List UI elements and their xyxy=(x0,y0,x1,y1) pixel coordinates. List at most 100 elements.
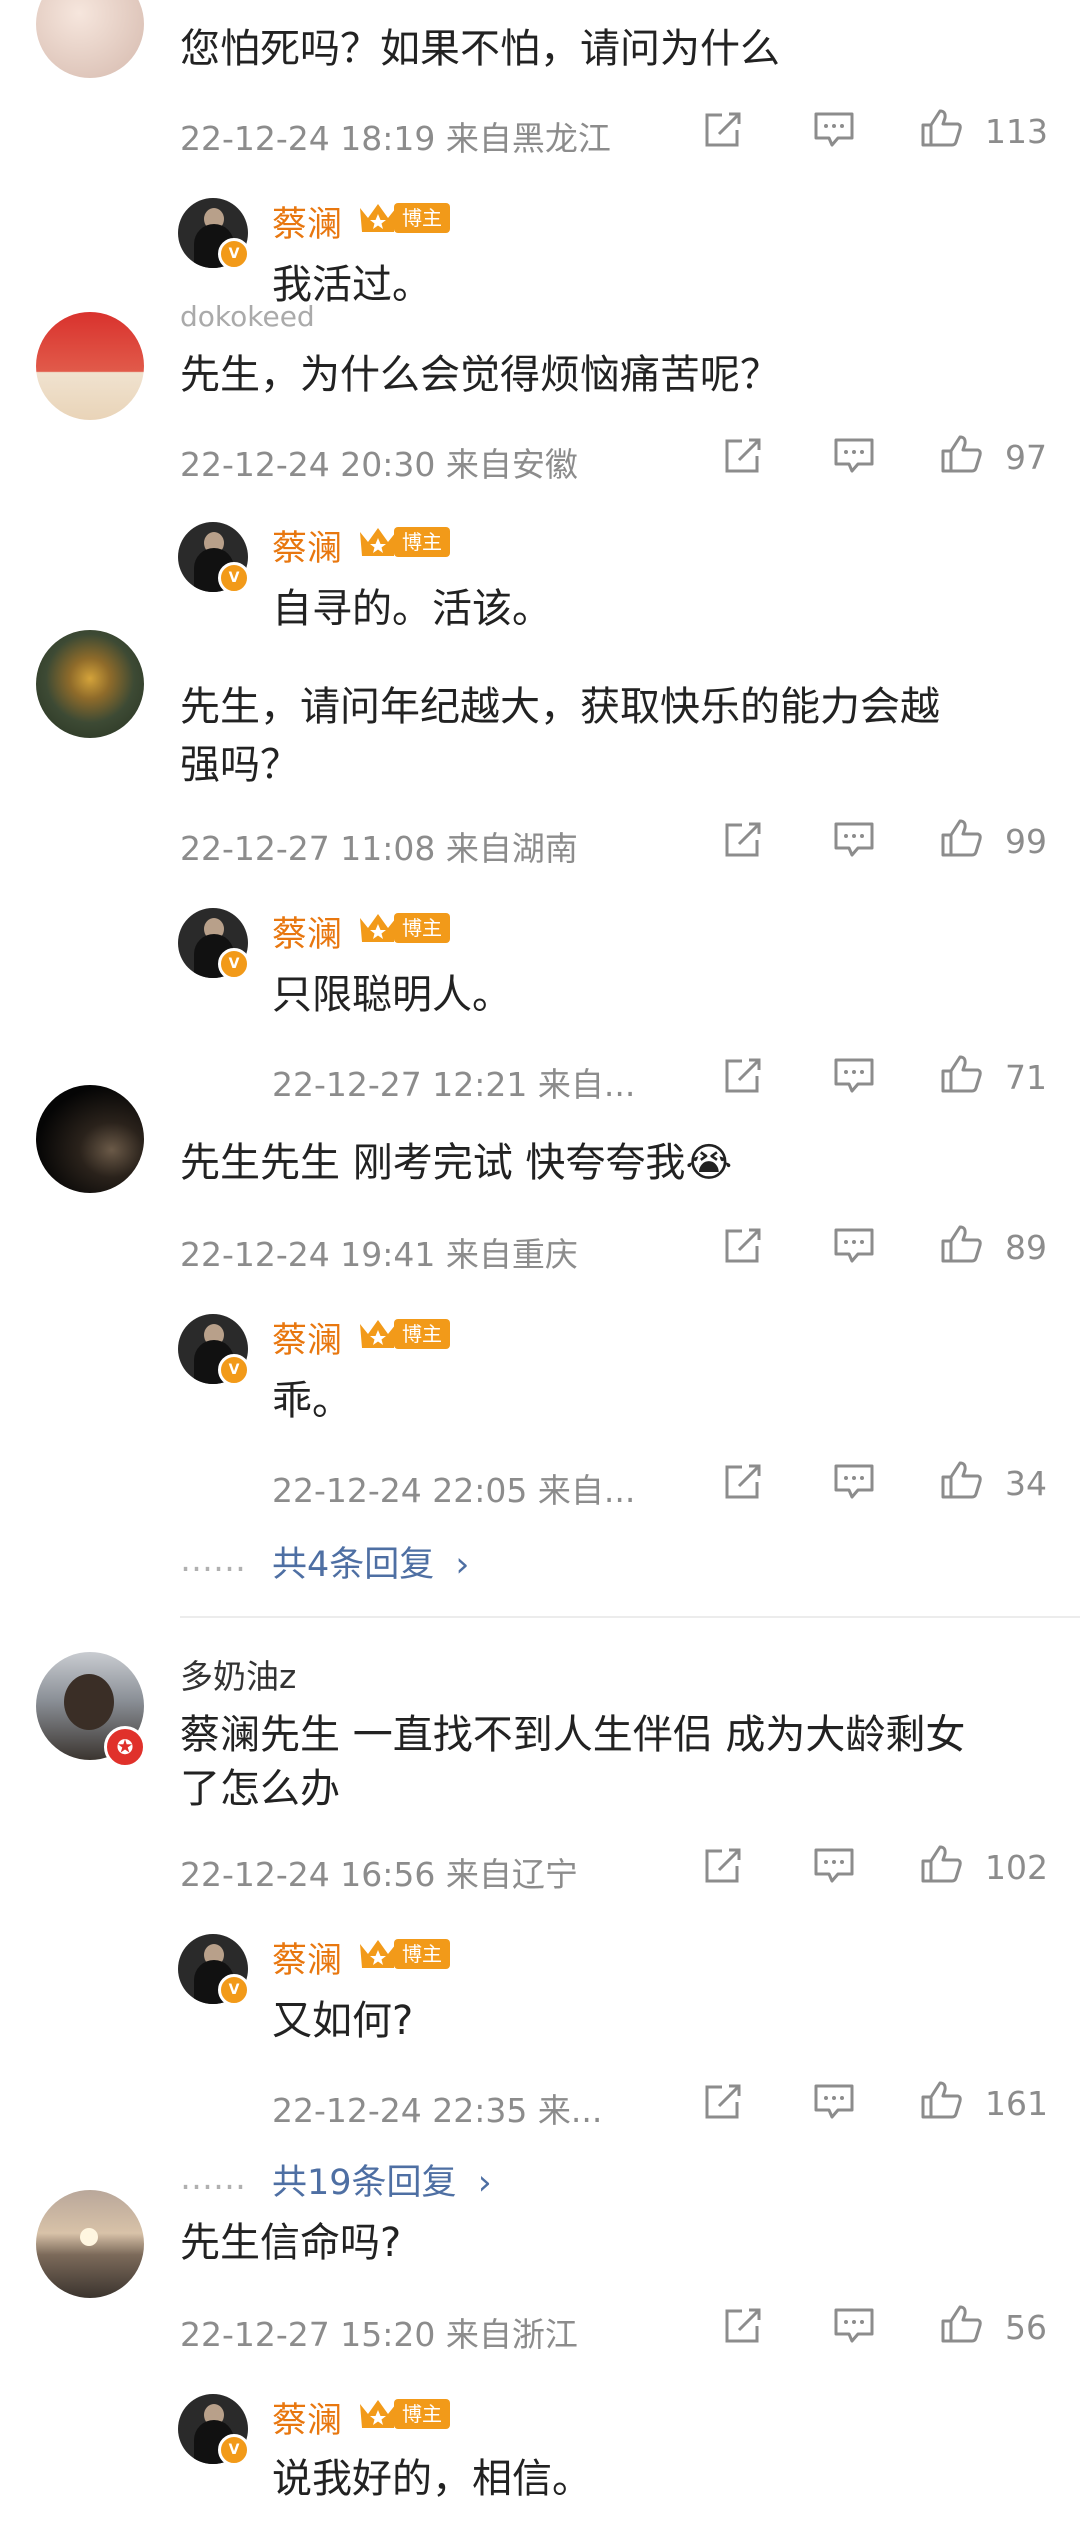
comment-text: 先生信命吗? xyxy=(180,2220,402,2266)
comment-icon[interactable] xyxy=(812,2082,856,2122)
partial-username: dokokeed xyxy=(180,300,315,333)
comment-meta: 22-12-27 11:08 来自湖南 xyxy=(180,822,578,870)
blogger-tag: 博主 xyxy=(394,527,450,557)
comment-meta: 22-12-24 16:56 来自辽宁 xyxy=(180,1848,578,1896)
reply-text: 说我好的，相信。 xyxy=(272,2456,592,2502)
reply-author[interactable]: 蔡澜 xyxy=(272,1932,342,1983)
comment-text-line1: 蔡澜先生 一直找不到人生伴侣 成为大龄剩女 xyxy=(180,1712,966,1758)
comment-icon[interactable] xyxy=(832,820,876,860)
like-count: 99 xyxy=(1005,822,1047,861)
reply-text: 乖。 xyxy=(272,1378,352,1424)
like-count: 113 xyxy=(985,112,1048,151)
comment-time: 22-12-24 20:30 xyxy=(180,445,436,484)
thumbs-up-icon[interactable] xyxy=(940,434,984,474)
blogger-badge: 博主 xyxy=(358,2396,450,2432)
comment-icon[interactable] xyxy=(832,1462,876,1502)
crown-icon xyxy=(358,1316,398,1352)
reply-author[interactable]: 蔡澜 xyxy=(272,196,342,247)
comment-location: 来自湖南 xyxy=(445,829,578,868)
comment-meta: 22-12-24 20:30 来自安徽 xyxy=(180,438,578,486)
avatar[interactable] xyxy=(36,0,144,78)
thumbs-up-icon[interactable] xyxy=(920,108,964,148)
thumbs-up-icon[interactable] xyxy=(920,1844,964,1884)
comment-meta: 22-12-27 15:20 来自浙江 xyxy=(180,2308,578,2356)
reply-text: 只限聪明人。 xyxy=(272,972,512,1018)
thumbs-up-icon[interactable] xyxy=(940,1460,984,1500)
reply-author[interactable]: 蔡澜 xyxy=(272,520,342,571)
comment-location: 来自安徽 xyxy=(445,445,578,484)
thumbs-up-icon[interactable] xyxy=(940,818,984,858)
comment-location: 来自黑龙江 xyxy=(445,119,611,158)
reply-author[interactable]: 蔡澜 xyxy=(272,2392,342,2443)
chevron-right-icon: › xyxy=(455,1545,470,1585)
comment-text: 先生先生 刚考完试 快夸夸我😭 xyxy=(180,1136,732,1190)
member-badge-icon: ✪ xyxy=(104,1726,146,1768)
comment-icon[interactable] xyxy=(832,1056,876,1096)
blogger-tag: 博主 xyxy=(394,1319,450,1349)
reply-time: 22-12-24 22:05 xyxy=(272,1471,528,1510)
comment-text: 先生，为什么会觉得烦恼痛苦呢？ xyxy=(180,352,780,398)
more-replies-label: 共19条回复 xyxy=(272,2163,457,2203)
blogger-tag: 博主 xyxy=(394,913,450,943)
share-icon[interactable] xyxy=(702,110,746,150)
verified-v-icon: V xyxy=(218,948,250,980)
blogger-badge: 博主 xyxy=(358,1316,450,1352)
comment-icon[interactable] xyxy=(812,1846,856,1886)
more-replies-link[interactable]: 共4条回复 › xyxy=(272,1536,469,1587)
reply-author[interactable]: 蔡澜 xyxy=(272,1312,342,1363)
thumbs-up-icon[interactable] xyxy=(940,1224,984,1264)
reply-meta: 22-12-27 12:21 来自... xyxy=(272,1058,635,1106)
reply-meta: 22-12-24 22:35 来... xyxy=(272,2084,602,2132)
crown-icon xyxy=(358,910,398,946)
share-icon[interactable] xyxy=(722,820,766,860)
thumbs-up-icon[interactable] xyxy=(940,2304,984,2344)
share-icon[interactable] xyxy=(722,2306,766,2346)
reply-meta: 22-12-24 22:05 来自... xyxy=(272,1464,635,1512)
comment-meta: 22-12-24 19:41 来自重庆 xyxy=(180,1228,578,1276)
reply-time: 22-12-27 12:21 xyxy=(272,1065,528,1104)
comment-time: 22-12-24 18:19 xyxy=(180,119,436,158)
more-replies-link[interactable]: 共19条回复 › xyxy=(272,2154,492,2205)
like-count: 161 xyxy=(985,2084,1048,2123)
share-icon[interactable] xyxy=(722,1226,766,1266)
comment-icon[interactable] xyxy=(832,1226,876,1266)
like-count: 71 xyxy=(1005,1058,1047,1097)
reply-text: 自寻的。活该。 xyxy=(272,586,552,632)
comment-author[interactable]: 多奶油z xyxy=(180,1650,296,1698)
comment-icon[interactable] xyxy=(832,436,876,476)
blogger-badge: 博主 xyxy=(358,910,450,946)
share-icon[interactable] xyxy=(702,2082,746,2122)
avatar[interactable] xyxy=(36,630,144,738)
comment-text: 您怕死吗？如果不怕，请问为什么 xyxy=(180,26,780,72)
comment-text-line1: 先生，请问年纪越大，获取快乐的能力会越 xyxy=(180,684,940,730)
divider xyxy=(180,1616,1080,1618)
comment-icon[interactable] xyxy=(812,110,856,150)
reply-author[interactable]: 蔡澜 xyxy=(272,906,342,957)
verified-v-icon: V xyxy=(218,238,250,270)
verified-v-icon: V xyxy=(218,1974,250,2006)
avatar[interactable] xyxy=(36,2190,144,2298)
comment-time: 22-12-27 11:08 xyxy=(180,829,436,868)
chevron-right-icon: › xyxy=(477,2163,492,2203)
comment-time: 22-12-27 15:20 xyxy=(180,2315,436,2354)
share-icon[interactable] xyxy=(702,1846,746,1886)
more-dots: …… xyxy=(180,2158,246,2197)
share-icon[interactable] xyxy=(722,1462,766,1502)
comment-time: 22-12-24 19:41 xyxy=(180,1235,436,1274)
like-count: 56 xyxy=(1005,2308,1047,2347)
verified-v-icon: V xyxy=(218,562,250,594)
blogger-tag: 博主 xyxy=(394,2399,450,2429)
comment-icon[interactable] xyxy=(832,2306,876,2346)
thumbs-up-icon[interactable] xyxy=(920,2080,964,2120)
blogger-badge: 博主 xyxy=(358,1936,450,1972)
share-icon[interactable] xyxy=(722,436,766,476)
comment-location: 来自辽宁 xyxy=(445,1855,578,1894)
avatar[interactable] xyxy=(36,312,144,420)
like-count: 34 xyxy=(1005,1464,1047,1503)
avatar-caption xyxy=(76,45,82,66)
avatar[interactable] xyxy=(36,1085,144,1193)
reply-location: 来... xyxy=(537,2091,603,2130)
share-icon[interactable] xyxy=(722,1056,766,1096)
thumbs-up-icon[interactable] xyxy=(940,1054,984,1094)
reply-location: 来自... xyxy=(537,1065,636,1104)
